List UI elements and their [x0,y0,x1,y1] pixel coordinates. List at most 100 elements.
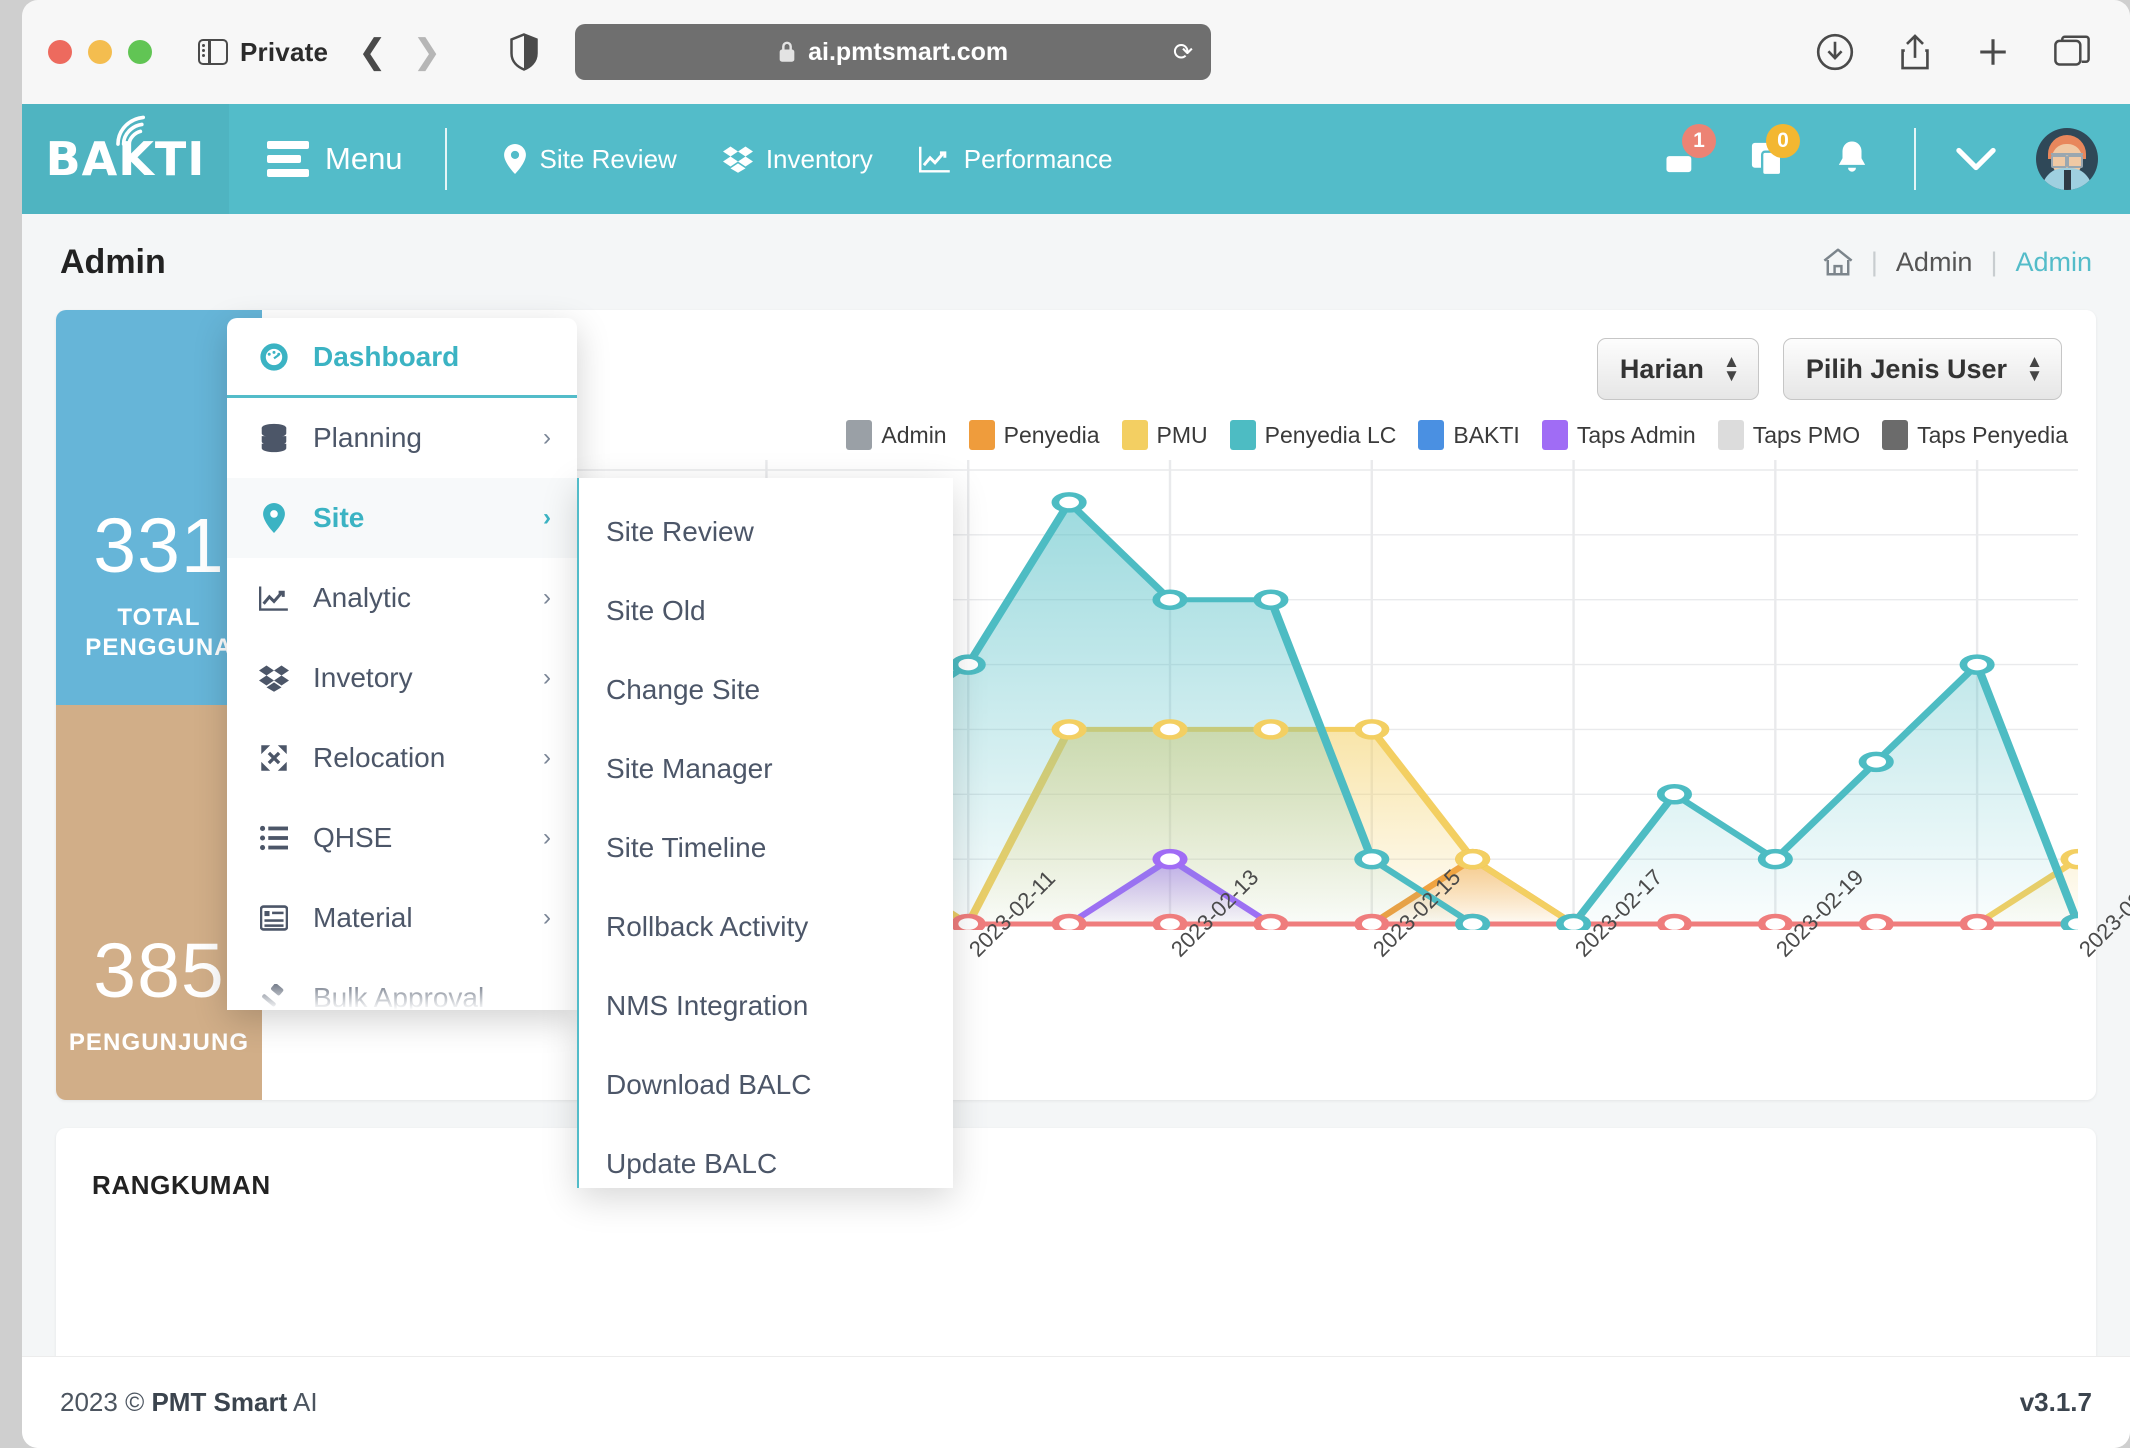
minimize-window-button[interactable] [88,40,112,64]
submenu-item-download-balc[interactable]: Download BALC [579,1045,953,1124]
messages-badge: 1 [1682,124,1716,158]
legend-label: Penyedia LC [1264,421,1397,448]
menu-item-label: Site [313,502,365,533]
top-nav-links: Site Review Inventory Performance [503,144,1113,175]
close-window-button[interactable] [48,40,72,64]
menu-item-analytic[interactable]: Analytic › [227,558,577,638]
maximize-window-button[interactable] [128,40,152,64]
legend-item[interactable]: BAKTI [1418,420,1520,450]
stat-value: 331 [93,503,225,589]
legend-item[interactable]: Taps Admin [1541,420,1696,450]
legend-label: Taps Admin [1576,421,1696,448]
nav-link-inventory[interactable]: Inventory [722,144,873,175]
shield-icon[interactable] [509,33,539,71]
period-select-value: Harian [1619,353,1704,384]
menu-item-qhse[interactable]: QHSE › [227,798,577,878]
user-type-select[interactable]: Pilih Jenis User ▲ ▼ [1782,338,2062,400]
nav-divider [444,128,447,190]
submenu-item-update-balc[interactable]: Update BALC [579,1124,953,1203]
main-menu-dropdown[interactable]: Dashboard Planning › Site › Analytic › Invetory… [227,318,577,1010]
menu-item-invetory[interactable]: Invetory › [227,638,577,718]
submenu-item-site-old[interactable]: Site Old [579,571,953,650]
legend-item[interactable]: Penyedia [968,420,1100,450]
footer-year: 2023 © [60,1387,152,1417]
legend-item[interactable]: Penyedia LC [1229,420,1397,450]
reload-icon[interactable]: ⟳ [1173,38,1193,67]
chart-filters: Harian ▲ ▼ Pilih Jenis User ▲ ▼ [1596,338,2062,400]
stepper-arrows-icon: ▲ ▼ [1723,352,1740,385]
dropbox-icon [257,664,291,692]
application-window: BAKTI Menu Site Review Inventory Perform… [22,104,2130,1448]
share-icon[interactable] [1898,33,1932,71]
brand-logo[interactable]: BAKTI [22,104,229,214]
period-select[interactable]: Harian ▲ ▼ [1596,338,1759,400]
chart-line-icon [918,145,951,173]
download-icon[interactable] [1816,33,1854,71]
menu-item-material[interactable]: Material › [227,878,577,958]
documents-button[interactable]: 0 [1746,124,1800,181]
home-icon[interactable] [1823,248,1853,276]
tabs-overview-icon[interactable] [2054,35,2090,69]
legend-item[interactable]: Taps Penyedia [1882,420,2068,450]
legend-swatch [1121,420,1148,450]
forward-button[interactable]: ❯ [413,35,442,69]
nav-link-performance[interactable]: Performance [918,143,1113,175]
menu-item-relocation[interactable]: Relocation › [227,718,577,798]
menu-item-label: Relocation [313,742,446,773]
nav-link-label: Performance [963,143,1113,174]
breadcrumb-parent[interactable]: Admin [1896,247,1973,278]
lock-icon [778,41,796,63]
list-icon [257,825,291,851]
page-header: Admin | Admin | Admin [22,214,2130,310]
footer-brand: PMT Smart [151,1387,288,1417]
submenu-item-site-timeline[interactable]: Site Timeline [579,808,953,887]
address-bar[interactable]: ai.pmtsmart.com ⟳ [575,24,1212,80]
submenu-item-change-site[interactable]: Change Site [579,650,953,729]
browser-toolbar-right [1816,33,2090,71]
navigation-arrows[interactable]: ❮ ❯ [358,35,441,69]
menu-item-site[interactable]: Site › [227,478,577,558]
legend-item[interactable]: Taps PMO [1717,420,1860,450]
legend-swatch [968,420,995,450]
submenu-item-site-review[interactable]: Site Review [579,492,953,571]
breadcrumb-current[interactable]: Admin [2015,247,2092,278]
chevron-right-icon: › [543,744,551,771]
breadcrumb: | Admin | Admin [1823,247,2092,278]
menu-item-planning[interactable]: Planning › [227,398,577,478]
window-controls[interactable] [48,40,152,64]
nav-link-site-review[interactable]: Site Review [503,144,677,175]
summary-title: RANGKUMAN [92,1170,271,1200]
back-button[interactable]: ❮ [358,35,387,69]
user-type-select-value: Pilih Jenis User [1805,353,2007,384]
menu-item-label: QHSE [313,822,393,853]
footer-copyright: 2023 © PMT Smart AI [60,1387,318,1418]
menu-item-label: Planning [313,422,422,453]
new-tab-icon[interactable] [1976,35,2010,69]
footer: 2023 © PMT Smart AI v3.1.7 [22,1356,2130,1448]
legend-swatch [1882,420,1909,450]
legend-item[interactable]: PMU [1121,420,1208,450]
site-submenu[interactable]: Site Review Site Old Change Site Site Manag… [577,478,953,1188]
footer-brand-suffix: AI [287,1387,318,1417]
submenu-item-nms-integration[interactable]: NMS Integration [579,966,953,1045]
avatar[interactable] [2036,128,2098,190]
sidebar-toggle-button[interactable]: Private [198,37,328,68]
notifications-button[interactable] [1830,137,1874,181]
top-nav-actions: 1 0 [1662,124,2098,190]
breadcrumb-separator: | [1870,246,1878,277]
legend-swatch [1229,420,1256,450]
chevron-right-icon: › [543,424,551,451]
submenu-item-rollback-activity[interactable]: Rollback Activity [579,887,953,966]
url-text: ai.pmtsmart.com [808,37,1009,66]
legend-item[interactable]: Admin [846,420,947,450]
legend-swatch [1717,420,1744,450]
submenu-item-site-manager[interactable]: Site Manager [579,729,953,808]
dashboard-icon [257,342,291,372]
menu-item-dashboard[interactable]: Dashboard [227,318,577,398]
messages-button[interactable]: 1 [1662,124,1716,181]
user-menu-chevron-down-icon[interactable] [1956,146,1996,172]
breadcrumb-separator: | [1990,246,1998,277]
menu-button[interactable]: Menu [267,141,403,177]
menu-item-label: Dashboard [313,340,460,372]
x-axis-tick-label: 2023-02-22 [2074,864,2130,962]
